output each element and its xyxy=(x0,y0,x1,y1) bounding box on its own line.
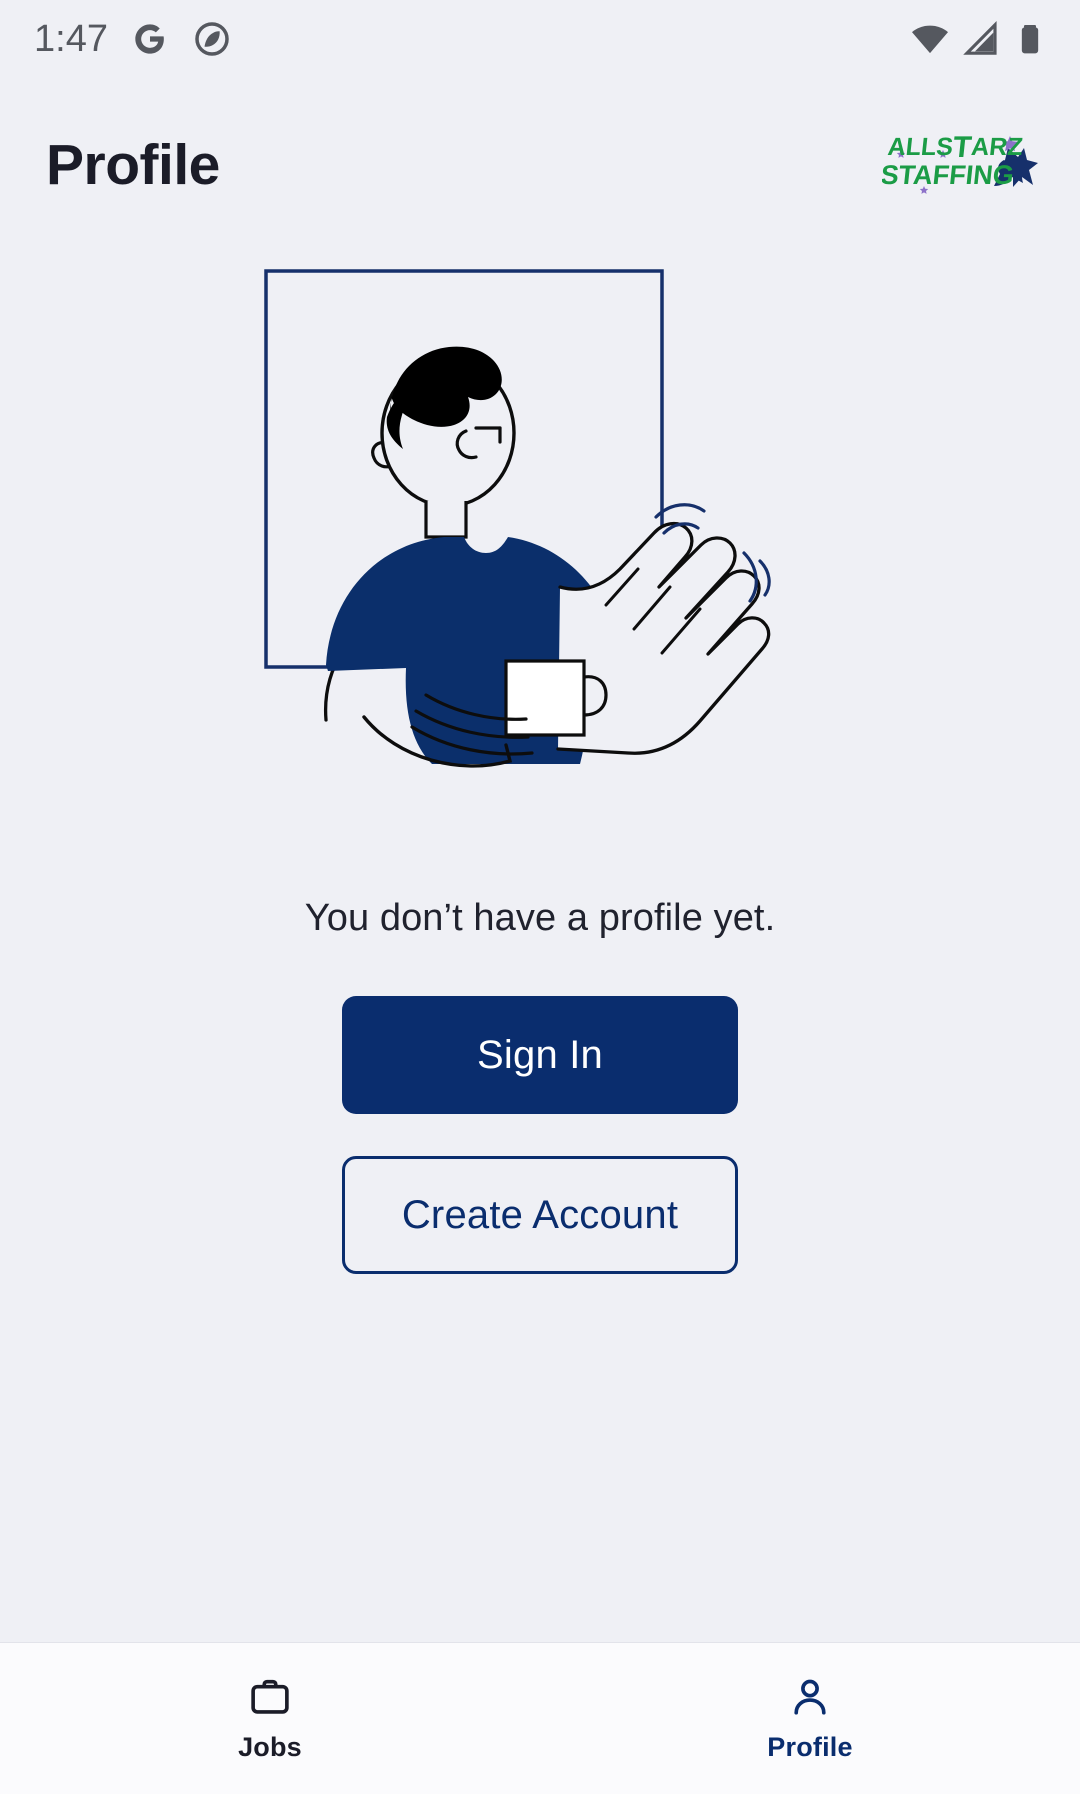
nav-profile-label: Profile xyxy=(767,1732,853,1762)
google-g-icon xyxy=(130,19,170,59)
wifi-icon xyxy=(910,19,950,59)
nav-jobs-label: Jobs xyxy=(238,1732,302,1762)
create-account-button[interactable]: Create Account xyxy=(342,1156,738,1274)
empty-state-message: You don’t have a profile yet. xyxy=(304,897,776,939)
battery-icon xyxy=(1010,19,1050,59)
status-bar-right xyxy=(910,19,1050,59)
nav-profile[interactable]: Profile xyxy=(540,1643,1080,1794)
waving-person-illustration xyxy=(260,265,820,785)
circle-slash-icon xyxy=(192,19,232,59)
person-icon xyxy=(785,1674,835,1720)
status-bar-left: 1:47 xyxy=(34,18,232,61)
page-header: Profile ALLSTARZ STAFFING xyxy=(0,78,1080,253)
allstarz-staffing-logo: ALLSTARZ STAFFING xyxy=(879,126,1042,206)
status-bar-clock: 1:47 xyxy=(34,17,108,60)
auth-button-group: Sign In Create Account xyxy=(342,996,738,1274)
page-title: Profile xyxy=(46,133,220,197)
status-bar: 1:47 xyxy=(0,0,1080,78)
main-content: You don’t have a profile yet. Sign In Cr… xyxy=(0,253,1080,1642)
app-root: 1:47 Profile ALLSTARZ STAFFING You don’t… xyxy=(0,0,1080,1794)
cellular-signal-icon xyxy=(960,19,1000,59)
briefcase-icon xyxy=(245,1674,295,1720)
nav-jobs[interactable]: Jobs xyxy=(0,1643,540,1794)
sign-in-button[interactable]: Sign In xyxy=(342,996,738,1114)
bottom-navigation-bar: Jobs Profile xyxy=(0,1642,1080,1794)
svg-text:STAFFING: STAFFING xyxy=(882,159,1015,190)
